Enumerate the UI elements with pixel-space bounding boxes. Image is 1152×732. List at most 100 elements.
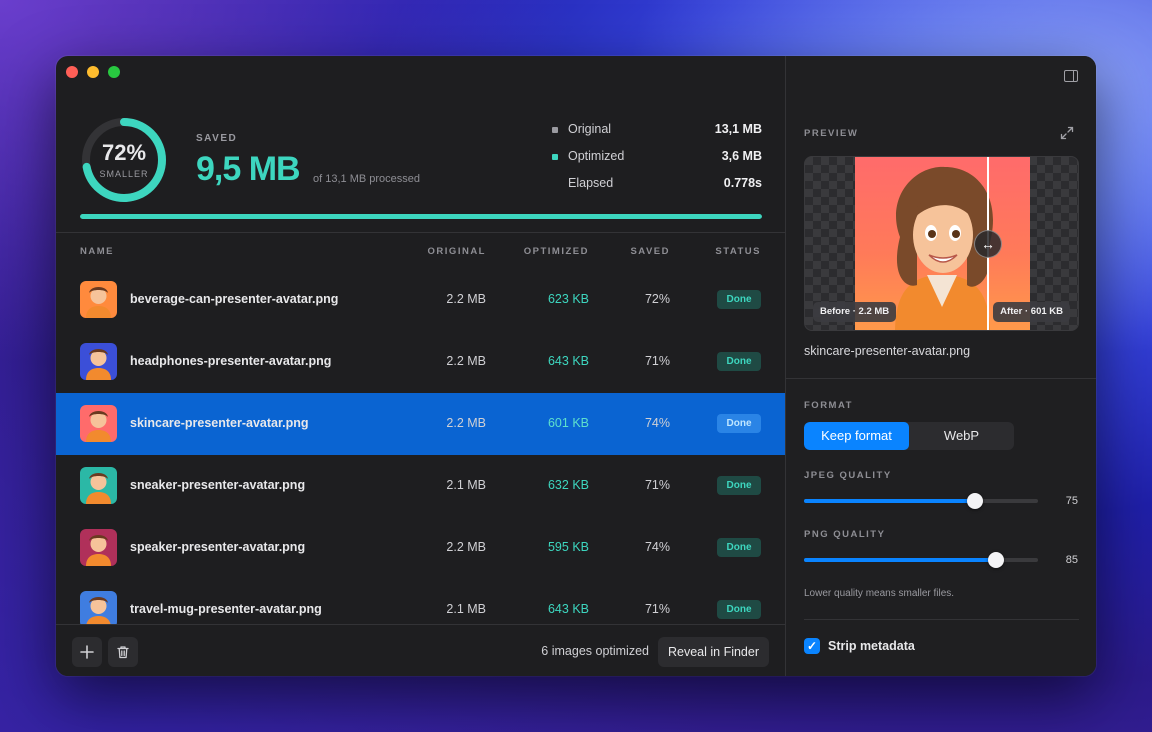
jpeg-quality-label: JPEG QUALITY (804, 470, 892, 481)
optimized-dot-icon (552, 154, 558, 160)
status-badge: Done (717, 352, 761, 371)
saved-value: 9,5 MB (196, 150, 301, 188)
after-badge: After · 601 KB (993, 302, 1070, 322)
format-segmented-control: Keep format WebP (804, 422, 1014, 450)
strip-metadata-toggle[interactable]: ✓ Strip metadata (804, 638, 915, 654)
original-size: 2.2 MB (446, 354, 486, 368)
file-thumbnail (80, 343, 117, 380)
optimized-size: 643 KB (547, 354, 589, 368)
status-badge: Done (717, 538, 761, 557)
optimized-size: 595 KB (547, 540, 589, 554)
slider-knob[interactable] (966, 493, 983, 509)
strip-metadata-label: Strip metadata (828, 639, 915, 653)
overall-progress-bar (80, 214, 762, 219)
table-row[interactable]: beverage-can-presenter-avatar.png 2.2 MB… (56, 269, 785, 331)
table-row[interactable]: sneaker-presenter-avatar.png 2.1 MB 632 … (56, 455, 785, 517)
column-header-optimized[interactable]: OPTIMIZED (524, 246, 589, 257)
stats-list: Original 13,1 MB Optimized 3,6 MB Elapse… (552, 122, 762, 203)
original-dot-icon (552, 127, 558, 133)
divider (56, 232, 785, 233)
savings-percent: 72% (101, 139, 147, 165)
file-thumbnail (80, 467, 117, 504)
jpeg-quality-slider[interactable] (804, 493, 1038, 509)
stat-value: 0.778s (723, 176, 762, 190)
table-row[interactable]: skincare-presenter-avatar.png 2.2 MB 601… (56, 393, 785, 455)
file-name: headphones-presenter-avatar.png (130, 354, 332, 368)
slider-fill (804, 558, 996, 562)
png-quality-label: PNG QUALITY (804, 529, 886, 540)
column-header-status[interactable]: STATUS (715, 246, 761, 257)
status-badge: Done (717, 600, 761, 619)
before-after-preview[interactable]: ↔ Before · 2.2 MB After · 601 KB (804, 156, 1079, 331)
png-quality-value: 85 (1065, 554, 1078, 566)
saved-percent: 72% (644, 292, 670, 306)
stat-row-original: Original 13,1 MB (552, 122, 762, 149)
status-badge: Done (717, 414, 761, 433)
progress-fill (80, 214, 762, 219)
app-window: 72% SMALLER SAVED 9,5 MB of 13,1 MB proc… (56, 56, 1096, 676)
original-size: 2.1 MB (446, 478, 486, 492)
saved-percent: 71% (644, 478, 670, 492)
jpeg-quality-value: 75 (1065, 495, 1078, 507)
stat-row-elapsed: Elapsed 0.778s (552, 176, 762, 203)
file-name: sneaker-presenter-avatar.png (130, 478, 306, 492)
file-name: skincare-presenter-avatar.png (130, 416, 309, 430)
file-name: beverage-can-presenter-avatar.png (130, 292, 339, 306)
status-badge: Done (717, 290, 761, 309)
sidebar-toggle-icon[interactable] (1064, 70, 1078, 82)
quality-hint: Lower quality means smaller files. (804, 588, 955, 599)
file-name: travel-mug-presenter-avatar.png (130, 602, 322, 616)
delete-files-button[interactable] (108, 637, 138, 667)
saved-of-text: of 13,1 MB processed (313, 173, 421, 185)
column-header-name[interactable]: NAME (80, 246, 114, 257)
column-header-saved[interactable]: SAVED (630, 246, 670, 257)
png-quality-slider[interactable] (804, 552, 1038, 568)
file-table: beverage-can-presenter-avatar.png 2.2 MB… (56, 269, 785, 625)
saved-label: SAVED (196, 133, 238, 144)
original-size: 2.1 MB (446, 602, 486, 616)
trash-icon (117, 646, 129, 659)
table-row[interactable]: travel-mug-presenter-avatar.png 2.1 MB 6… (56, 579, 785, 625)
optimized-size: 601 KB (547, 416, 589, 430)
stat-label: Original (568, 122, 612, 136)
saved-percent: 71% (644, 354, 670, 368)
comparison-handle-icon[interactable]: ↔ (974, 230, 1002, 258)
preview-label: PREVIEW (804, 128, 859, 139)
file-thumbnail (80, 529, 117, 566)
add-files-button[interactable] (72, 637, 102, 667)
checkmark-icon[interactable]: ✓ (804, 638, 820, 654)
original-size: 2.2 MB (446, 416, 486, 430)
before-badge: Before · 2.2 MB (813, 302, 897, 322)
table-header: NAME ORIGINAL OPTIMIZED SAVED STATUS (56, 244, 785, 260)
status-badge: Done (717, 476, 761, 495)
table-row[interactable]: headphones-presenter-avatar.png 2.2 MB 6… (56, 331, 785, 393)
slider-knob[interactable] (987, 552, 1004, 568)
column-header-original[interactable]: ORIGINAL (428, 246, 486, 257)
file-thumbnail (80, 281, 117, 318)
divider (804, 619, 1079, 620)
savings-ring-label: 72% SMALLER (80, 116, 168, 204)
images-optimized-count: 6 images optimized (541, 644, 649, 658)
expand-icon[interactable] (1060, 126, 1074, 140)
table-row[interactable]: speaker-presenter-avatar.png 2.2 MB 595 … (56, 517, 785, 579)
reveal-in-finder-button[interactable]: Reveal in Finder (658, 637, 769, 667)
main-pane: 72% SMALLER SAVED 9,5 MB of 13,1 MB proc… (56, 56, 785, 676)
stat-value: 13,1 MB (714, 122, 762, 136)
saved-percent: 74% (644, 416, 670, 430)
stat-row-optimized: Optimized 3,6 MB (552, 149, 762, 176)
plus-icon (80, 645, 94, 659)
format-option-webp[interactable]: WebP (909, 422, 1014, 450)
savings-sublabel: SMALLER (99, 168, 149, 179)
original-size: 2.2 MB (446, 540, 486, 554)
original-size: 2.2 MB (446, 292, 486, 306)
stat-label: Optimized (568, 149, 625, 163)
divider (786, 378, 1096, 379)
stat-label: Elapsed (568, 176, 614, 190)
inspector-panel: PREVIEW ↔ Before · 2.2 MB After · 601 KB… (785, 56, 1096, 676)
preview-filename: skincare-presenter-avatar.png (804, 344, 971, 358)
file-name: speaker-presenter-avatar.png (130, 540, 306, 554)
file-thumbnail (80, 405, 117, 442)
optimized-size: 632 KB (547, 478, 589, 492)
format-option-keep[interactable]: Keep format (804, 422, 909, 450)
optimized-size: 643 KB (547, 602, 589, 616)
